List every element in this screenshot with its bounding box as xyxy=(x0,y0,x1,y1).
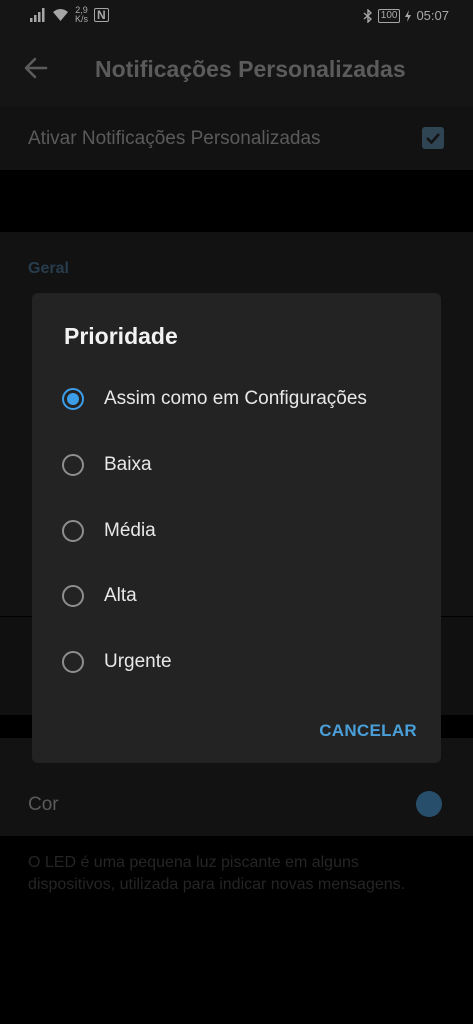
radio-unselected[interactable] xyxy=(62,454,84,476)
option-label: Assim como em Configurações xyxy=(104,388,367,409)
option-urgente[interactable]: Urgente xyxy=(32,637,441,693)
option-label: Média xyxy=(104,520,156,541)
radio-selected[interactable] xyxy=(62,388,84,410)
option-media[interactable]: Média xyxy=(32,506,441,562)
option-alta[interactable]: Alta xyxy=(32,571,441,627)
dialog-title: Prioridade xyxy=(64,323,178,349)
cancel-button[interactable]: CANCELAR xyxy=(319,721,417,741)
option-label: Baixa xyxy=(104,454,152,475)
radio-unselected[interactable] xyxy=(62,520,84,542)
option-label: Urgente xyxy=(104,651,172,672)
radio-unselected[interactable] xyxy=(62,585,84,607)
option-baixa[interactable]: Baixa xyxy=(32,440,441,496)
option-label: Alta xyxy=(104,585,137,606)
priority-dialog: Prioridade Assim como em Configurações B… xyxy=(32,293,441,763)
option-assim-como-em-configuracoes[interactable]: Assim como em Configurações xyxy=(32,374,441,430)
radio-unselected[interactable] xyxy=(62,651,84,673)
